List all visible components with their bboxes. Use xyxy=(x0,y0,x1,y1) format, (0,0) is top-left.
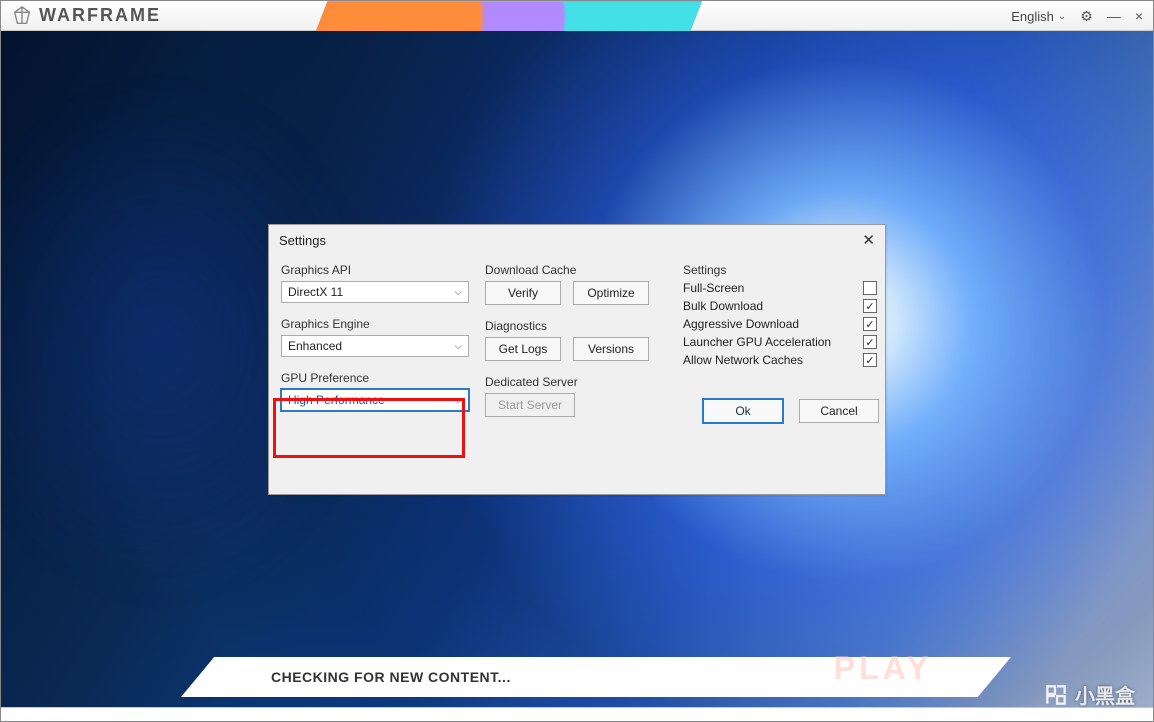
col-cache: Download Cache Verify Optimize Diagnosti… xyxy=(483,261,669,484)
section-settings-checks: Settings Full-Screen Bulk Download ✓ Agg… xyxy=(681,261,879,369)
checkbox-bulk-download[interactable]: ✓ xyxy=(863,299,877,313)
col-settings: Settings Full-Screen Bulk Download ✓ Agg… xyxy=(681,261,879,484)
gear-icon[interactable]: ⚙ xyxy=(1080,8,1093,25)
settings-header: Settings xyxy=(683,263,877,277)
check-bulk-download: Bulk Download ✓ xyxy=(683,299,877,313)
dialog-close-icon[interactable]: ✕ xyxy=(862,231,875,249)
section-dedicated-server: Dedicated Server Start Server xyxy=(483,373,669,419)
launcher-window: WARFRAME English ⌄ ⚙ — × WHAT'S NEW PRIM… xyxy=(0,0,1154,722)
warframe-logo-icon xyxy=(11,5,33,27)
chevron-down-icon: ⌵ xyxy=(454,287,462,298)
verify-button[interactable]: Verify xyxy=(485,281,561,305)
graphics-api-value: DirectX 11 xyxy=(288,285,343,299)
graphics-engine-value: Enhanced xyxy=(288,339,342,353)
gpu-pref-select[interactable]: High Performance ⌵ xyxy=(281,389,469,411)
get-logs-button[interactable]: Get Logs xyxy=(485,337,561,361)
dialog-body: Graphics API DirectX 11 ⌵ Graphics Engin… xyxy=(269,255,885,494)
chevron-down-icon: ⌄ xyxy=(1058,11,1066,22)
start-server-button[interactable]: Start Server xyxy=(485,393,575,417)
dedicated-buttons: Start Server xyxy=(485,393,667,417)
check-label: Bulk Download xyxy=(683,299,763,313)
banner-strip xyxy=(316,1,702,31)
checkbox-gpu-accel[interactable]: ✓ xyxy=(863,335,877,349)
ok-button[interactable]: Ok xyxy=(703,399,783,423)
checkbox-network-caches[interactable]: ✓ xyxy=(863,353,877,367)
check-label: Full-Screen xyxy=(683,281,744,295)
status-text: CHECKING FOR NEW CONTENT... xyxy=(271,669,511,685)
graphics-engine-label: Graphics Engine xyxy=(281,317,469,331)
brand-text: WARFRAME xyxy=(39,5,161,26)
section-download-cache: Download Cache Verify Optimize xyxy=(483,261,669,307)
section-diagnostics: Diagnostics Get Logs Versions xyxy=(483,317,669,363)
brand-area: WARFRAME xyxy=(1,5,161,27)
check-label: Aggressive Download xyxy=(683,317,799,331)
chevron-down-icon: ⌵ xyxy=(454,395,462,406)
download-cache-label: Download Cache xyxy=(485,263,667,277)
check-label: Launcher GPU Acceleration xyxy=(683,335,831,349)
section-graphics-engine: Graphics Engine Enhanced ⌵ xyxy=(279,315,471,359)
check-network-caches: Allow Network Caches ✓ xyxy=(683,353,877,367)
language-selector[interactable]: English ⌄ xyxy=(1011,9,1066,24)
watermark-text: 小黑盒 xyxy=(1075,680,1135,709)
gpu-pref-label: GPU Preference xyxy=(281,371,469,385)
graphics-api-label: Graphics API xyxy=(281,263,469,277)
section-gpu-preference: GPU Preference High Performance ⌵ xyxy=(279,369,471,413)
settings-check-list: Full-Screen Bulk Download ✓ Aggressive D… xyxy=(683,281,877,367)
graphics-engine-select[interactable]: Enhanced ⌵ xyxy=(281,335,469,357)
watermark: 小黑盒 xyxy=(1043,680,1135,709)
checkbox-fullscreen[interactable] xyxy=(863,281,877,295)
checkbox-aggressive-download[interactable]: ✓ xyxy=(863,317,877,331)
optimize-button[interactable]: Optimize xyxy=(573,281,649,305)
download-cache-buttons: Verify Optimize xyxy=(485,281,667,305)
section-graphics-api: Graphics API DirectX 11 ⌵ xyxy=(279,261,471,305)
titlebar-controls: English ⌄ ⚙ — × xyxy=(1011,1,1143,31)
dialog-title-text: Settings xyxy=(279,233,326,248)
watermark-icon xyxy=(1043,682,1069,708)
play-button[interactable]: PLAY xyxy=(768,643,998,693)
minimize-icon[interactable]: — xyxy=(1107,8,1121,24)
check-label: Allow Network Caches xyxy=(683,353,803,367)
diagnostics-buttons: Get Logs Versions xyxy=(485,337,667,361)
cancel-button[interactable]: Cancel xyxy=(799,399,879,423)
diagnostics-label: Diagnostics xyxy=(485,319,667,333)
titlebar: WARFRAME English ⌄ ⚙ — × xyxy=(1,1,1153,31)
graphics-api-select[interactable]: DirectX 11 ⌵ xyxy=(281,281,469,303)
footer-line xyxy=(1,707,1153,721)
dialog-titlebar: Settings ✕ xyxy=(269,225,885,255)
col-graphics: Graphics API DirectX 11 ⌵ Graphics Engin… xyxy=(279,261,471,484)
close-icon[interactable]: × xyxy=(1135,8,1143,24)
play-label: PLAY xyxy=(834,650,932,687)
dedicated-label: Dedicated Server xyxy=(485,375,667,389)
language-label: English xyxy=(1011,9,1054,24)
chevron-down-icon: ⌵ xyxy=(454,341,462,352)
settings-dialog: Settings ✕ Graphics API DirectX 11 ⌵ Gra… xyxy=(268,224,886,495)
check-aggressive-download: Aggressive Download ✓ xyxy=(683,317,877,331)
check-fullscreen: Full-Screen xyxy=(683,281,877,295)
dialog-action-row: Ok Cancel xyxy=(681,399,879,423)
gpu-pref-value: High Performance xyxy=(288,393,385,407)
check-gpu-accel: Launcher GPU Acceleration ✓ xyxy=(683,335,877,349)
banner-image xyxy=(316,1,702,31)
versions-button[interactable]: Versions xyxy=(573,337,649,361)
